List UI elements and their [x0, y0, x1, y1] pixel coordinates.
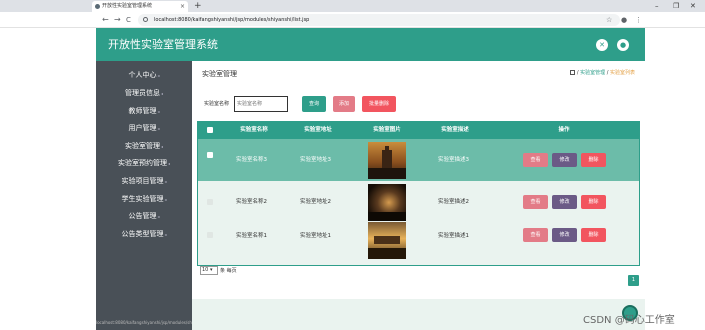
fullscreen-icon[interactable]: ✕: [596, 39, 608, 51]
search-input[interactable]: [234, 96, 288, 112]
table-header: 实验室名称 实验室地址 实验室图片 实验室描述 操作: [198, 122, 639, 139]
col-photo-header: 实验室图片: [373, 127, 401, 133]
browser-tab[interactable]: 开放性实验室管理系统 ×: [92, 1, 188, 12]
tab-title: 开放性实验室管理系统: [102, 3, 153, 9]
sidebar-item-admin-info[interactable]: 管理员信息◂: [96, 85, 192, 102]
breadcrumb: / 实验室管理 / 实验室列表: [569, 69, 635, 76]
arrow-icon: ◂: [157, 126, 160, 131]
row-checkbox[interactable]: [207, 232, 213, 238]
delete-button[interactable]: 删除: [581, 153, 606, 167]
arrow-icon: ◂: [160, 91, 163, 96]
page-size-suffix: 条 每页: [220, 268, 237, 274]
sidebar-item-lab-booking[interactable]: 实验室预约管理◂: [96, 155, 192, 172]
info-icon[interactable]: [143, 17, 148, 22]
lab-table: 实验室名称 实验室地址 实验室图片 实验室描述 操作 实验室名称3 实验室地址3…: [197, 121, 640, 266]
edit-button[interactable]: 修改: [552, 195, 577, 209]
browser-tabstrip: 开放性实验室管理系统 × + – ❐ ✕: [0, 0, 705, 12]
col-ops-header: 操作: [558, 127, 570, 133]
watermark: CSDN @码心工作室: [583, 315, 675, 326]
table-row[interactable]: 实验室名称3 实验室地址3 实验室描述3 查看 修改 删除: [198, 139, 639, 181]
delete-button[interactable]: 删除: [581, 228, 606, 242]
main-content: 实验室管理 / 实验室管理 / 实验室列表 实验室名称 查询 添加 批量删除 实…: [192, 61, 645, 299]
arrow-icon: ◂: [164, 197, 167, 202]
new-tab-button[interactable]: +: [194, 0, 202, 12]
select-all-checkbox[interactable]: [207, 127, 213, 133]
row-checkbox[interactable]: [207, 152, 213, 158]
favicon-icon: [95, 4, 100, 9]
lab-address-cell: 实验室地址1: [300, 233, 331, 239]
profile-icon[interactable]: ●: [621, 14, 627, 26]
col-desc-header: 实验室描述: [441, 127, 469, 133]
col-name-header: 实验室名称: [240, 127, 268, 133]
address-bar: ← → C localhost:8080/kaifangshiyanshi/js…: [0, 12, 705, 28]
add-button[interactable]: 添加: [333, 96, 355, 112]
sidebar-item-notice[interactable]: 公告管理◂: [96, 208, 192, 225]
view-button[interactable]: 查看: [523, 228, 548, 242]
arrow-icon: ◂: [157, 109, 160, 114]
home-icon[interactable]: [569, 70, 575, 75]
col-address-header: 实验室地址: [304, 127, 332, 133]
arrow-icon: ◂: [164, 179, 167, 184]
table-row[interactable]: 实验室名称2 实验室地址2 实验室描述2 查看 修改 删除: [198, 181, 639, 223]
app-header: 开放性实验室管理系统 ✕ ●: [96, 28, 645, 61]
lab-name-cell: 实验室名称2: [236, 199, 267, 205]
user-icon[interactable]: ●: [617, 39, 629, 51]
restore-button[interactable]: ❐: [673, 0, 679, 12]
view-button[interactable]: 查看: [523, 195, 548, 209]
lab-desc-cell: 实验室描述3: [438, 157, 469, 163]
lab-desc-cell: 实验室描述1: [438, 233, 469, 239]
close-window-button[interactable]: ✕: [690, 0, 696, 12]
breadcrumb-item-lab-list: 实验室列表: [609, 70, 635, 76]
back-button[interactable]: ←: [102, 14, 109, 26]
url-text: localhost:8080/kaifangshiyanshi/jsp/modu…: [154, 17, 310, 23]
delete-button[interactable]: 删除: [581, 195, 606, 209]
row-checkbox[interactable]: [207, 199, 213, 205]
batch-delete-button[interactable]: 批量删除: [362, 96, 396, 112]
sidebar: 个人中心◂ 管理员信息◂ 教师管理◂ 用户管理◂ 实验室管理◂ 实验室预约管理◂…: [96, 61, 192, 330]
sidebar-item-teacher[interactable]: 教师管理◂: [96, 103, 192, 120]
page-size-control: 10 ▾ 条 每页: [200, 266, 237, 275]
arrow-icon: ◂: [160, 144, 163, 149]
lab-photo-image: [368, 184, 406, 221]
edit-button[interactable]: 修改: [552, 228, 577, 242]
arrow-icon: ◂: [164, 232, 167, 237]
arrow-icon: ◂: [157, 73, 160, 78]
reload-button[interactable]: C: [126, 14, 131, 26]
table-row[interactable]: 实验室名称1 实验室地址1 实验室描述1 查看 修改 删除: [198, 222, 639, 265]
sidebar-item-student-experiment[interactable]: 学生实验管理◂: [96, 191, 192, 208]
view-button[interactable]: 查看: [523, 153, 548, 167]
sidebar-item-personal-center[interactable]: 个人中心◂: [96, 67, 192, 84]
lab-address-cell: 实验室地址2: [300, 199, 331, 205]
url-field[interactable]: localhost:8080/kaifangshiyanshi/jsp/modu…: [138, 14, 620, 26]
lab-desc-cell: 实验室描述2: [438, 199, 469, 205]
sidebar-item-lab[interactable]: 实验室管理◂: [96, 138, 192, 155]
lab-photo-image: [368, 142, 406, 179]
main-footer: [192, 299, 645, 330]
lab-name-cell: 实验室名称3: [236, 157, 267, 163]
arrow-icon: ◂: [167, 161, 170, 166]
query-button[interactable]: 查询: [302, 96, 326, 112]
tab-close-icon[interactable]: ×: [180, 1, 185, 12]
sidebar-item-project[interactable]: 实验项目管理◂: [96, 173, 192, 190]
lab-photo-image: [368, 222, 406, 259]
lab-address-cell: 实验室地址3: [300, 157, 331, 163]
edit-button[interactable]: 修改: [552, 153, 577, 167]
pagination-page-1[interactable]: 1: [628, 275, 639, 286]
app-title: 开放性实验室管理系统: [108, 38, 218, 51]
bookmark-star-icon[interactable]: ☆: [606, 14, 612, 26]
sidebar-item-user[interactable]: 用户管理◂: [96, 120, 192, 137]
sidebar-item-notice-type[interactable]: 公告类型管理◂: [96, 226, 192, 243]
page-size-select[interactable]: 10 ▾: [200, 266, 218, 275]
forward-button[interactable]: →: [114, 14, 121, 26]
arrow-icon: ◂: [157, 214, 160, 219]
breadcrumb-item-lab-manage[interactable]: 实验室管理: [580, 70, 605, 76]
search-label: 实验室名称: [204, 101, 230, 107]
lab-name-cell: 实验室名称1: [236, 233, 267, 239]
browser-menu-icon[interactable]: ⋮: [635, 14, 642, 26]
minimize-button[interactable]: –: [655, 0, 659, 12]
page-title: 实验室管理: [202, 70, 237, 78]
